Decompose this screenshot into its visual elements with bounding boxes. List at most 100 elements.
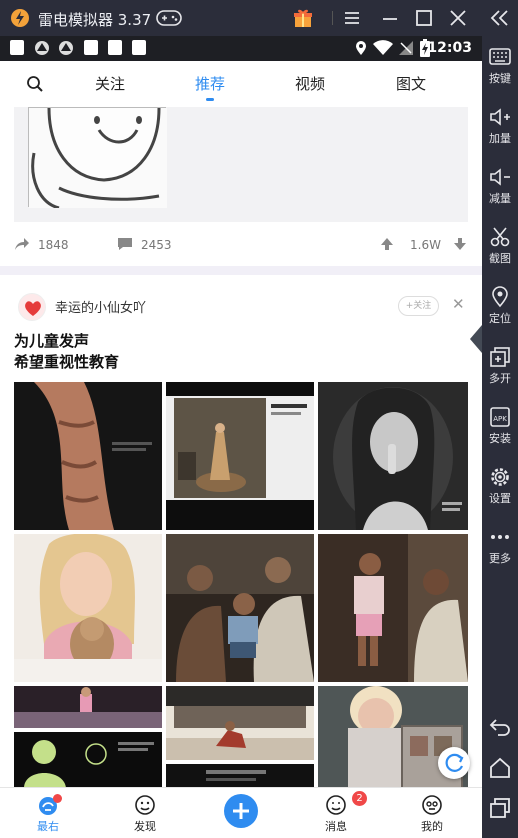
sidebar-item-install[interactable]: APK 安装 <box>482 406 518 446</box>
follow-button[interactable]: +关注 <box>398 296 439 316</box>
sidebar-item-more[interactable]: 更多 <box>482 526 518 566</box>
sidebar-item-multi-instance[interactable]: 多开 <box>482 346 518 386</box>
gear-icon <box>491 468 509 486</box>
share-icon[interactable] <box>14 237 30 251</box>
sidebar-item-location[interactable]: 定位 <box>482 286 518 326</box>
post-image[interactable] <box>14 382 162 530</box>
no-signal-icon <box>399 41 413 55</box>
photo-child-floor-image <box>166 686 314 760</box>
location-pin-icon <box>492 286 508 308</box>
heart-avatar-icon <box>25 301 41 316</box>
leidian-logo-icon <box>11 9 29 27</box>
top-nav: 关注 推荐 视频 图文 <box>0 61 482 107</box>
active-tab-indicator <box>206 98 214 101</box>
previous-post-card[interactable] <box>14 107 468 222</box>
sidebar-label: 更多 <box>489 552 511 565</box>
keyboard-icon <box>489 48 511 65</box>
sidebar-item-settings[interactable]: 设置 <box>482 466 518 506</box>
photo-girl-hush-image <box>318 382 468 530</box>
photo-dark-text-image <box>166 764 314 788</box>
messages-face-icon <box>326 795 346 815</box>
home-icon[interactable] <box>488 757 512 779</box>
notification-icon <box>10 40 24 55</box>
post-image[interactable] <box>14 534 162 682</box>
downvote-icon[interactable] <box>453 237 467 251</box>
tab-image-text[interactable]: 图文 <box>396 73 426 94</box>
search-icon[interactable] <box>26 75 44 93</box>
app-screen: 关注 推荐 视频 图文 1848 2453 1.6W 幸运的小仙女吖 +关注 ✕… <box>0 61 482 838</box>
post-image[interactable] <box>318 382 468 530</box>
app-notification-icon <box>59 41 73 55</box>
bottom-nav-label: 消息 <box>325 820 347 833</box>
meme-face-image <box>29 107 167 210</box>
emulator-title: 雷电模拟器 3.37 <box>38 11 152 29</box>
bottom-nav-label: 发现 <box>134 820 156 833</box>
post-image[interactable] <box>28 107 167 210</box>
photo-girl-doll-image <box>14 534 162 682</box>
bottom-nav-home[interactable]: 最右 <box>18 794 78 834</box>
sidebar-label: 安装 <box>489 432 511 445</box>
sidebar-label: 多开 <box>489 372 511 385</box>
post-image[interactable] <box>166 686 314 760</box>
author-name[interactable]: 幸运的小仙女吖 <box>55 297 146 316</box>
post-image[interactable] <box>14 732 162 788</box>
bottom-nav-discover[interactable]: 发现 <box>115 794 175 834</box>
post-image-grid <box>14 382 468 788</box>
bottom-nav: 最右 发现 2 消息 我的 <box>0 787 482 838</box>
unread-dot <box>53 794 62 803</box>
close-window-icon[interactable] <box>448 8 468 28</box>
post-image[interactable] <box>318 534 468 682</box>
bottom-nav-profile[interactable]: 我的 <box>402 794 462 834</box>
post-image[interactable] <box>166 382 314 530</box>
maximize-icon[interactable] <box>414 8 434 28</box>
plus-icon <box>233 803 249 819</box>
bottom-nav-messages[interactable]: 2 消息 <box>306 791 367 834</box>
photo-silhouette-image <box>14 732 162 788</box>
collapse-sidebar-icon[interactable] <box>489 8 511 28</box>
divider-icon <box>332 11 333 25</box>
comment-count: 2453 <box>141 238 172 252</box>
minimize-icon[interactable] <box>380 8 400 28</box>
share-count: 1848 <box>38 238 69 252</box>
dismiss-post-icon[interactable]: ✕ <box>452 295 465 313</box>
photo-arm-image <box>14 382 162 530</box>
like-count: 1.6W <box>410 238 441 252</box>
refresh-button[interactable] <box>438 747 470 779</box>
comment-icon[interactable] <box>117 237 133 251</box>
sidebar-item-volume-up[interactable]: 加量 <box>482 106 518 146</box>
profile-face-icon <box>422 795 442 815</box>
post-image[interactable] <box>166 764 314 788</box>
photo-boy-men-image <box>166 534 314 682</box>
volume-down-icon <box>490 168 510 186</box>
recents-icon[interactable] <box>488 797 512 819</box>
post-text[interactable]: 为儿童发声 希望重视性教育 <box>14 331 119 373</box>
post-image[interactable] <box>166 534 314 682</box>
tab-recommend[interactable]: 推荐 <box>195 73 225 94</box>
emulator-sidebar: 按键 加量 减量 截图 定位 多开 APK 安装 设置 更多 <box>482 0 518 838</box>
post-image[interactable] <box>14 686 162 728</box>
sidebar-item-screenshot[interactable]: 截图 <box>482 226 518 266</box>
photo-girl-man-image <box>318 534 468 682</box>
tab-video[interactable]: 视频 <box>295 73 325 94</box>
post-text-line: 希望重视性教育 <box>14 353 120 371</box>
wifi-icon <box>373 40 393 55</box>
menu-icon[interactable] <box>342 8 362 28</box>
gamepad-icon[interactable] <box>156 9 182 27</box>
clock: 12:03 <box>427 40 472 56</box>
message-count-badge: 2 <box>352 791 367 806</box>
multi-instance-icon <box>490 347 510 367</box>
upvote-icon[interactable] <box>380 237 394 251</box>
notification-icon <box>108 40 122 55</box>
side-drawer-handle[interactable] <box>466 325 482 353</box>
back-icon[interactable] <box>488 716 512 738</box>
gift-icon[interactable] <box>293 8 313 28</box>
scissors-icon <box>490 227 510 247</box>
tab-follow[interactable]: 关注 <box>95 73 125 94</box>
sidebar-item-keys[interactable]: 按键 <box>482 46 518 86</box>
photo-room-girl-image <box>166 382 314 530</box>
more-dots-icon <box>491 535 509 539</box>
sidebar-item-volume-down[interactable]: 减量 <box>482 166 518 206</box>
avatar[interactable] <box>18 293 46 321</box>
create-post-button[interactable] <box>224 794 258 828</box>
post-action-bar: 1848 2453 1.6W <box>0 229 482 259</box>
